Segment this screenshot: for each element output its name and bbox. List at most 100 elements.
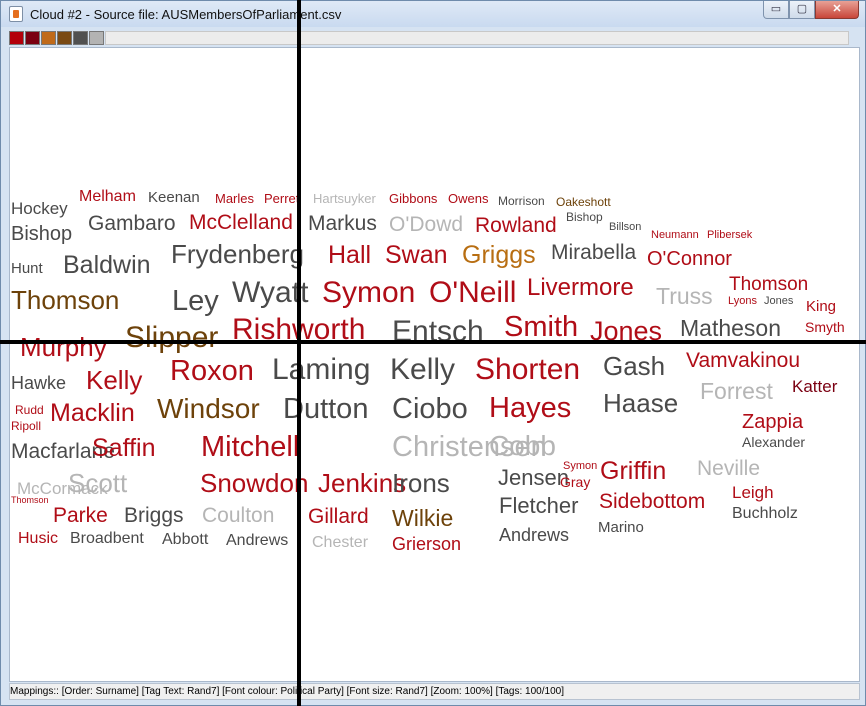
cloud-tag-word[interactable]: Plibersek [707,230,752,241]
cloud-tag-word[interactable]: Ripoll [11,420,41,432]
cloud-tag-word[interactable]: Matheson [680,317,781,340]
cloud-tag-word[interactable]: Hartsuyker [313,192,376,205]
cloud-tag-word[interactable]: Hunt [11,261,43,276]
cloud-tag-word[interactable]: Smith [504,313,578,342]
cloud-tag-word[interactable]: Zappia [742,412,803,432]
cloud-tag-word[interactable]: Haase [603,390,678,416]
colour-swatch[interactable] [41,31,56,45]
cloud-tag-word[interactable]: Coulton [202,505,274,526]
cloud-tag-word[interactable]: Parke [53,505,108,526]
cloud-tag-word[interactable]: Bishop [11,224,72,244]
cloud-tag-word[interactable]: Ley [172,287,219,316]
cloud-tag-word[interactable]: Broadbent [70,531,144,547]
cloud-tag-word[interactable]: Grierson [392,535,461,553]
cloud-tag-word[interactable]: Irons [392,470,450,496]
cloud-tag-word[interactable]: Swan [385,243,448,268]
cloud-tag-word[interactable]: Griffin [600,459,666,484]
colour-swatch[interactable] [25,31,40,45]
cloud-tag-word[interactable]: Briggs [124,505,184,526]
cloud-tag-word[interactable]: Murphy [20,334,107,360]
cloud-tag-word[interactable]: Fletcher [499,495,578,517]
close-button[interactable]: ✕ [815,1,859,19]
cloud-tag-word[interactable]: Neumann [651,230,699,241]
cloud-tag-word[interactable]: Jones [764,296,793,307]
cloud-tag-word[interactable]: O'Dowd [389,214,463,235]
cloud-tag-word[interactable]: Smyth [805,320,845,334]
cloud-tag-word[interactable]: Oakeshott [556,196,611,208]
cloud-tag-word[interactable]: O'Connor [647,249,732,269]
cloud-tag-word[interactable]: Saffin [92,436,155,461]
maximize-button[interactable]: ▢ [789,1,815,19]
cloud-tag-word[interactable]: Andrews [226,533,288,549]
cloud-tag-word[interactable]: Cobb [489,432,556,460]
minimize-button[interactable]: ▭ [763,1,789,19]
cloud-tag-word[interactable]: Thomson [11,496,49,505]
cloud-tag-word[interactable]: Ciobo [392,395,468,424]
cloud-tag-word[interactable]: McClelland [189,212,293,233]
cloud-tag-word[interactable]: Marles [215,192,254,205]
cloud-tag-word[interactable]: O'Neill [429,278,516,308]
title-bar[interactable]: Cloud #2 - Source file: AUSMembersOfParl… [1,1,865,27]
cloud-tag-word[interactable]: Sidebottom [599,491,705,512]
cloud-tag-word[interactable]: Kelly [390,355,455,385]
cloud-tag-word[interactable]: Hawke [11,374,66,392]
cloud-tag-word[interactable]: Bishop [566,211,603,223]
cloud-tag-word[interactable]: Mirabella [551,242,636,263]
cloud-tag-word[interactable]: Macklin [50,401,135,426]
cloud-tag-word[interactable]: Alexander [742,435,805,449]
cloud-tag-word[interactable]: Snowdon [200,470,308,496]
cloud-tag-word[interactable]: Windsor [157,395,260,423]
cloud-tag-word[interactable]: Husic [18,531,58,547]
cloud-tag-word[interactable]: Buchholz [732,506,798,522]
cloud-tag-word[interactable]: Scott [68,470,127,496]
cloud-tag-word[interactable]: Katter [792,378,837,395]
cloud-tag-word[interactable]: Slipper [125,323,218,353]
cloud-tag-word[interactable]: Chester [312,535,368,551]
colour-swatch[interactable] [9,31,24,45]
colour-swatch[interactable] [57,31,72,45]
cloud-tag-word[interactable]: Leigh [732,484,774,501]
cloud-tag-word[interactable]: Billson [609,222,641,233]
cloud-tag-word[interactable]: Thomson [729,275,808,294]
cloud-tag-word[interactable]: Morrison [498,195,545,207]
cloud-tag-word[interactable]: Frydenberg [171,241,304,267]
colour-swatch[interactable] [73,31,88,45]
cloud-tag-word[interactable]: Gambaro [88,213,176,234]
cloud-tag-word[interactable]: Rudd [15,404,44,416]
cloud-tag-word[interactable]: Symon [322,278,415,308]
cloud-tag-word[interactable]: Owens [448,192,488,205]
cloud-tag-word[interactable]: Roxon [170,357,254,386]
cloud-tag-word[interactable]: Thomson [11,287,119,313]
cloud-tag-word[interactable]: Gillard [308,506,369,527]
cloud-tag-word[interactable]: Marino [598,520,644,535]
cloud-tag-word[interactable]: Baldwin [63,253,151,278]
cloud-tag-word[interactable]: Hockey [11,200,68,217]
cloud-tag-word[interactable]: Melham [79,189,136,205]
tag-cloud-canvas[interactable]: Hockey Melham Keenan Marles Perret Hartsuyker… [9,47,860,682]
cloud-tag-word[interactable]: Griggs [462,243,536,268]
cloud-tag-word[interactable]: Gibbons [389,192,437,205]
cloud-tag-word[interactable]: Gash [603,353,665,379]
cloud-tag-word[interactable]: Markus [308,213,377,234]
cloud-tag-word[interactable]: Perret [264,192,299,205]
cloud-tag-word[interactable]: Abbott [162,532,208,548]
cloud-tag-word[interactable]: Keenan [148,190,200,205]
colour-swatch[interactable] [89,31,104,45]
cloud-tag-word[interactable]: Laming [272,355,370,385]
cloud-tag-word[interactable]: Hall [328,243,371,268]
cloud-tag-word[interactable]: Gray [560,475,590,489]
cloud-tag-word[interactable]: Dutton [283,395,368,424]
cloud-tag-word[interactable]: Hayes [489,394,571,423]
cloud-tag-word[interactable]: Shorten [475,355,580,385]
cloud-tag-word[interactable]: Forrest [700,380,773,403]
cloud-tag-word[interactable]: Rowland [475,215,557,236]
cloud-tag-word[interactable]: Jensen [498,467,569,489]
cloud-tag-word[interactable]: King [806,299,836,314]
cloud-tag-word[interactable]: Mitchell [201,433,299,462]
cloud-tag-word[interactable]: Neville [697,458,760,479]
cloud-tag-word[interactable]: Lyons [728,296,757,307]
cloud-tag-word[interactable]: Vamvakinou [686,350,800,371]
cloud-tag-word[interactable]: Truss [656,285,713,308]
cloud-tag-word[interactable]: Wilkie [392,507,453,530]
cloud-tag-word[interactable]: Livermore [527,276,634,300]
